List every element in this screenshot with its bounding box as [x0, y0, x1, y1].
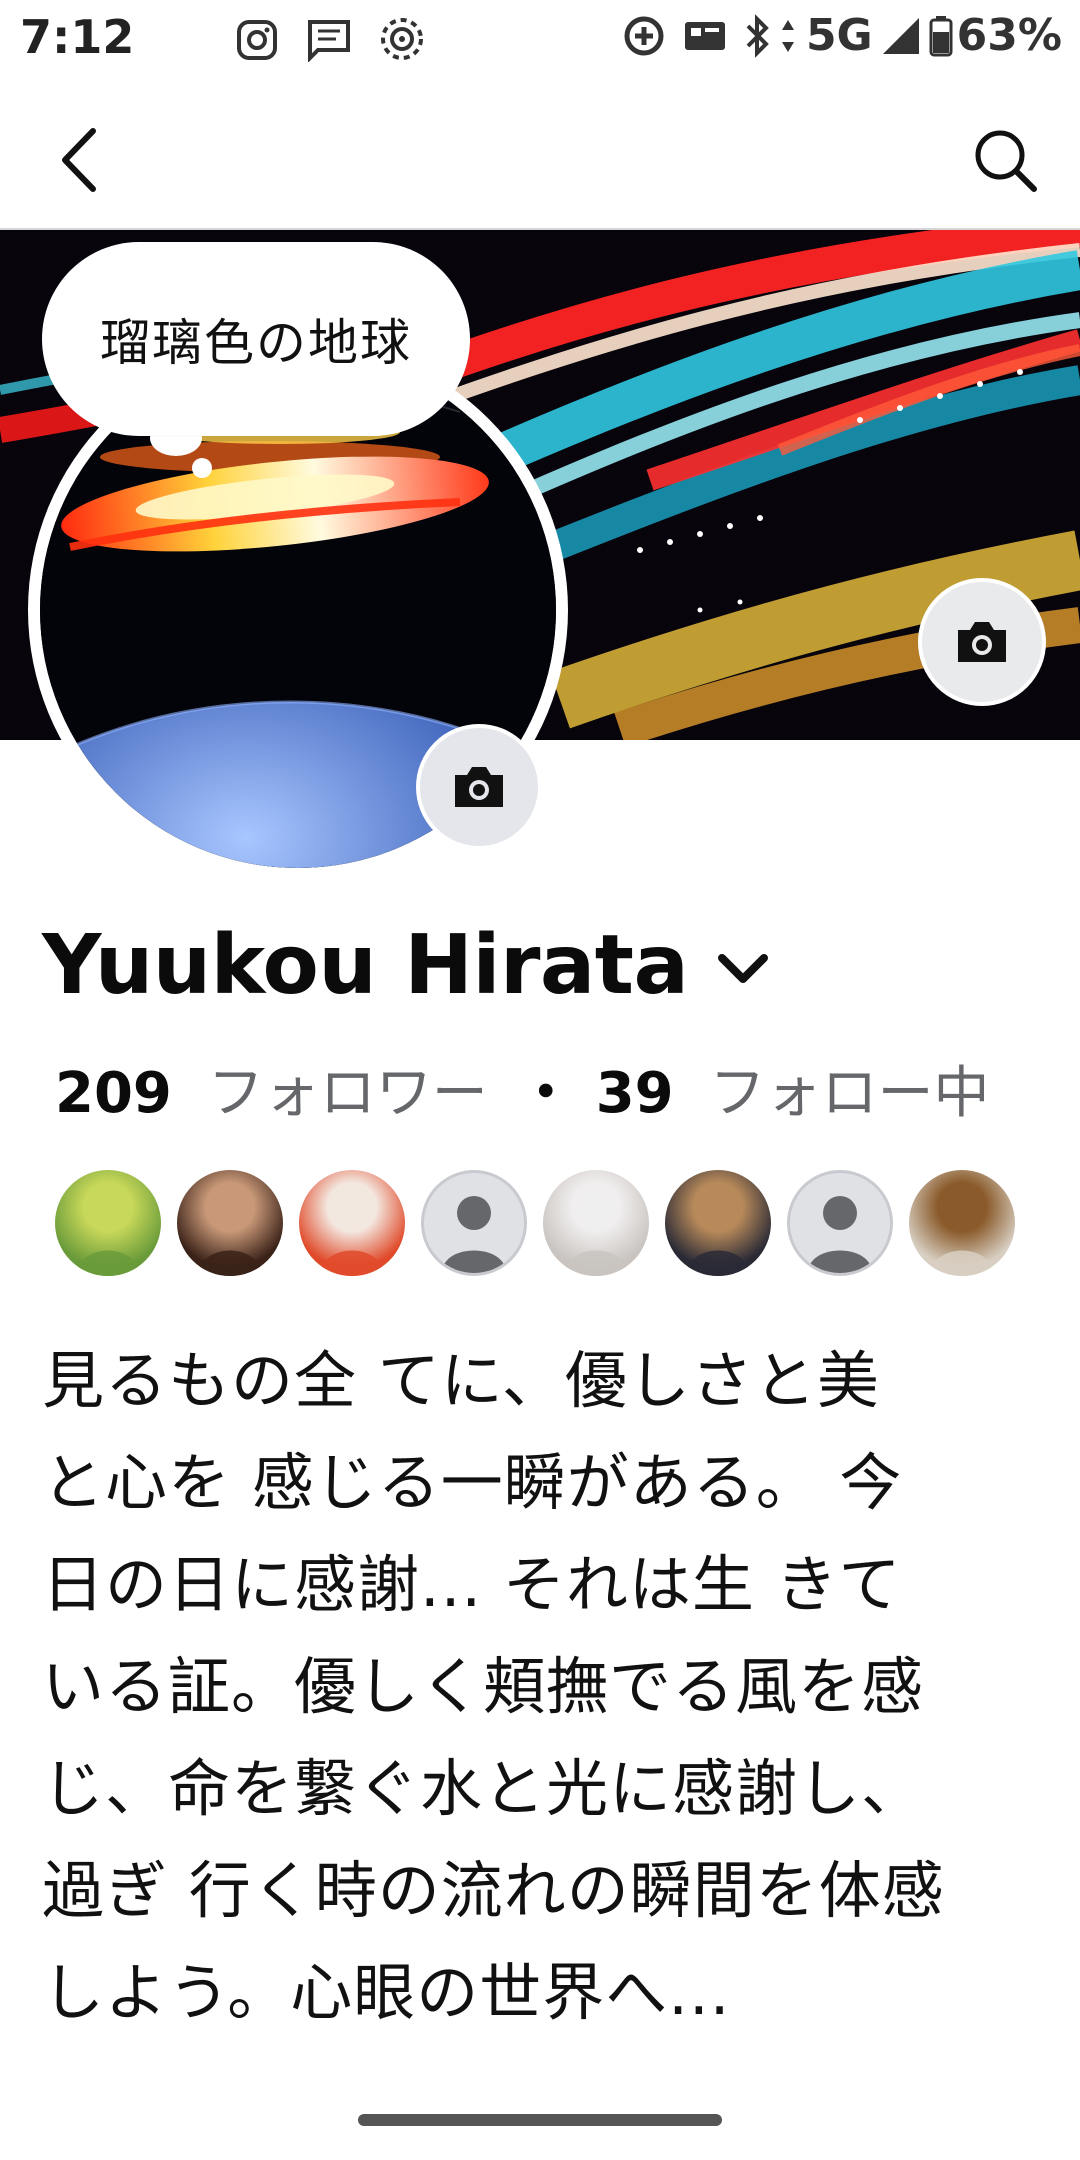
- friend-photo: [685, 1194, 751, 1276]
- bubble-tail-dot: [192, 458, 212, 478]
- friends-avatars-row: [55, 1170, 1031, 1276]
- edit-profile-photo-button[interactable]: [416, 724, 542, 850]
- bluetooth-icon: [746, 13, 769, 58]
- signal-icon: [882, 17, 919, 54]
- default-avatar-icon: [442, 1196, 506, 1273]
- stats-separator: ・: [517, 1061, 574, 1126]
- network-type: 5G: [805, 10, 873, 61]
- friend-photo: [563, 1194, 629, 1276]
- instagram-icon: [237, 20, 277, 60]
- search-button[interactable]: [965, 120, 1045, 200]
- friend-avatar[interactable]: [299, 1170, 405, 1276]
- following-label: フォロー中: [709, 1061, 990, 1126]
- notification-icons: [235, 16, 447, 66]
- battery-icon: [929, 15, 953, 56]
- default-avatar-icon: [808, 1196, 872, 1273]
- top-app-bar: [0, 80, 1080, 230]
- friend-photo: [75, 1194, 141, 1276]
- status-note-bubble[interactable]: 瑠璃色の地球: [42, 242, 470, 436]
- followers-count: 209: [55, 1061, 172, 1126]
- followers-link[interactable]: 209 フォロワー: [55, 1048, 488, 1129]
- back-arrow-icon: [62, 128, 96, 192]
- status-right: 5G 63%: [622, 10, 1062, 61]
- following-link[interactable]: 39 フォロー中: [596, 1048, 990, 1129]
- following-count: 39: [595, 1061, 674, 1126]
- camera-icon: [958, 622, 1006, 662]
- status-bar: 7:12 5G 63%: [0, 0, 1080, 80]
- search-icon: [975, 130, 1037, 192]
- edit-cover-photo-button[interactable]: [918, 578, 1046, 706]
- friend-avatar[interactable]: [543, 1170, 649, 1276]
- friend-photo: [319, 1194, 385, 1276]
- hotspot-icon: [381, 18, 424, 60]
- status-note-text: 瑠璃色の地球: [100, 314, 412, 372]
- friend-avatar[interactable]: [177, 1170, 283, 1276]
- profile-name-row[interactable]: Yuukou Hirata: [42, 918, 770, 1013]
- followers-label: フォロワー: [207, 1061, 488, 1126]
- back-button[interactable]: [40, 120, 120, 200]
- friend-avatar[interactable]: [421, 1170, 527, 1276]
- message-icon: [308, 20, 351, 63]
- friend-avatar[interactable]: [909, 1170, 1015, 1276]
- data-saver-icon: [624, 16, 664, 55]
- follow-stats: 209 フォロワー ・ 39 フォロー中: [55, 1048, 989, 1129]
- friend-avatar[interactable]: [787, 1170, 893, 1276]
- camera-icon: [455, 767, 503, 807]
- profile-bio: 見るもの全 てに、優しさと美 と心を 感じる一瞬がある。 今 日の日に感謝...…: [42, 1344, 945, 2029]
- battery-percent: 63%: [956, 10, 1062, 61]
- home-indicator[interactable]: [358, 2114, 722, 2126]
- friend-photo: [197, 1194, 263, 1276]
- profile-name: Yuukou Hirata: [42, 918, 689, 1013]
- status-time: 7:12: [20, 10, 135, 64]
- chevron-down-icon[interactable]: [716, 952, 770, 986]
- friend-photo: [929, 1194, 995, 1276]
- data-arrows-icon: [781, 19, 794, 52]
- friend-avatar[interactable]: [55, 1170, 161, 1276]
- friend-avatar[interactable]: [665, 1170, 771, 1276]
- cast-icon: [684, 21, 725, 50]
